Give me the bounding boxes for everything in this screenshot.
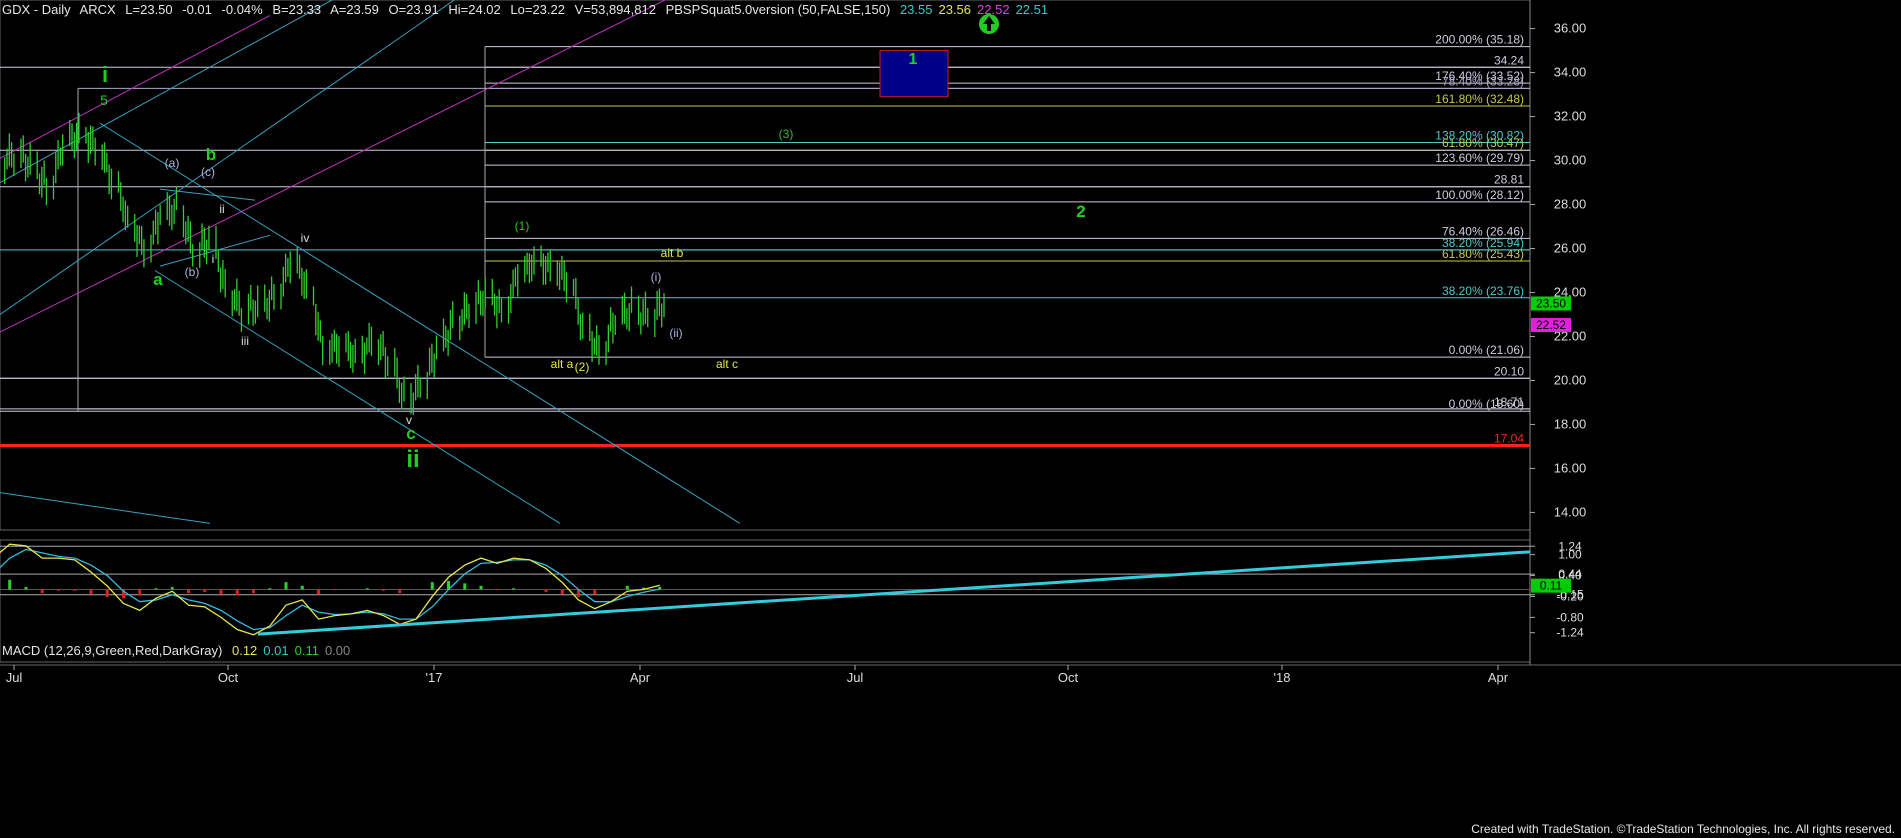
bid-price: B=23.33 xyxy=(272,2,322,17)
wave-label-15: (2) xyxy=(575,360,590,374)
wave-label-17: alt b xyxy=(661,246,684,260)
volume: V=53,894,812 xyxy=(574,2,656,17)
wave-label-21: (3) xyxy=(779,127,794,141)
price-chart[interactable]: 14.0016.0018.0020.0022.0024.0026.0028.00… xyxy=(0,0,1901,838)
wave-label-9: iii xyxy=(241,334,249,348)
indicator-value-3: 22.51 xyxy=(1015,2,1049,17)
macd-trendline xyxy=(257,550,1531,636)
triangle-bottom xyxy=(159,234,271,267)
indicator-value-0: 23.55 xyxy=(899,2,933,17)
y-tick-label-9: 32.00 xyxy=(1554,109,1587,124)
wave-label-13: ii xyxy=(406,446,419,473)
wave-label-19: (ii) xyxy=(669,326,682,340)
indicator-value-2: 22.52 xyxy=(977,2,1010,17)
x-tick-label-6: '18 xyxy=(1274,670,1291,685)
x-tick-label-7: Apr xyxy=(1488,670,1509,685)
copyright-footer: Created with TradeStation. ©TradeStation… xyxy=(1471,822,1895,836)
macd-value-0: 0.12 xyxy=(231,643,258,658)
wave-label-16: alt a xyxy=(551,357,574,371)
ask-price: A=23.59 xyxy=(330,2,379,17)
macd-value-3: 0.00 xyxy=(324,643,351,658)
x-tick-label-2: '17 xyxy=(426,670,443,685)
wave-label-10: iv xyxy=(301,231,310,245)
symbol-name: GDX - Daily xyxy=(2,2,71,17)
wave-label-20: alt c xyxy=(716,357,738,371)
wave-label-4: (c) xyxy=(201,165,215,179)
wave-label-6: i xyxy=(212,252,215,266)
wave-label-18: (i) xyxy=(651,270,662,284)
macd-y-label-6: -0.80 xyxy=(1556,610,1584,624)
fib-label-4: 161.80% (32.48) xyxy=(1435,92,1524,106)
x-tick-label-3: Apr xyxy=(630,670,651,685)
indicator-value-1: 23.56 xyxy=(938,2,972,17)
wave-label-14: (1) xyxy=(515,219,530,233)
x-tick-label-4: Jul xyxy=(847,670,864,685)
y-tick-label-8: 30.00 xyxy=(1554,153,1587,168)
macd-name: MACD (12,26,9,Green,Red,DarkGray) xyxy=(2,643,223,658)
channel-bottom-left xyxy=(0,492,211,524)
x-tick-label-5: Oct xyxy=(1058,670,1079,685)
price-change-pct: -0.04% xyxy=(221,2,263,17)
fib-label-0: 200.00% (35.18) xyxy=(1435,33,1524,47)
x-tick-label-0: Jul xyxy=(6,670,23,685)
indicator-name: PBSPSquat5.0version (50,FALSE,150) xyxy=(665,2,891,17)
indicator-values: 23.55 23.56 22.52 22.51 xyxy=(900,2,1054,17)
macd-value-2: 0.11 xyxy=(294,643,319,658)
y-tick-label-11: 36.00 xyxy=(1554,21,1587,36)
low-price: Lo=23.22 xyxy=(510,2,565,17)
y-tick-label-6: 26.00 xyxy=(1554,241,1587,256)
channel-upper-blue-2 xyxy=(0,0,456,315)
wave-label-3: b xyxy=(206,145,216,164)
y-tick-label-7: 28.00 xyxy=(1554,197,1587,212)
macd-last-tag: 0.11 xyxy=(1540,579,1563,593)
channel-magenta xyxy=(0,0,667,333)
fib-label-12: 61.80% (25.43) xyxy=(1442,247,1524,261)
wave-label-1: 5 xyxy=(100,92,108,108)
macd-values: 0.12 0.01 0.11 0.00 xyxy=(232,643,356,658)
channel-upper-blue xyxy=(0,0,334,183)
wave-label-12: c xyxy=(406,424,415,443)
fib-label-13: 38.20% (23.76) xyxy=(1442,284,1524,298)
price-tag-1: 22.52 xyxy=(1536,318,1566,332)
fib-label-3: 78.40% (33.28) xyxy=(1442,74,1524,88)
y-tick-label-1: 16.00 xyxy=(1554,460,1587,475)
wave-label-0: i xyxy=(102,62,108,87)
open-price: O=23.91 xyxy=(388,2,439,17)
macd-y-label-1: 1.00 xyxy=(1558,548,1582,562)
y-tick-label-3: 20.00 xyxy=(1554,372,1587,387)
wave-label-5: ii xyxy=(219,202,224,216)
price-change: -0.01 xyxy=(182,2,212,17)
macd-value-1: 0.01 xyxy=(263,643,289,658)
macd-header: MACD (12,26,9,Green,Red,DarkGray) 0.12 0.… xyxy=(2,643,362,658)
fib-label-7: 123.60% (29.79) xyxy=(1435,151,1524,165)
price-tag-0: 23.50 xyxy=(1536,296,1566,310)
wave-label-7: (b) xyxy=(185,265,200,279)
exchange-code: ARCX xyxy=(79,2,116,17)
fib-label-9: 100.00% (28.12) xyxy=(1435,188,1524,202)
fib-label-1: 34.24 xyxy=(1494,53,1524,67)
macd-y-label-7: -1.24 xyxy=(1556,626,1584,640)
high-price: Hi=24.02 xyxy=(448,2,501,17)
x-tick-label-1: Oct xyxy=(218,670,239,685)
channel-down-upper xyxy=(99,122,741,524)
fib-label-15: 20.10 xyxy=(1494,364,1524,378)
fib-label-8: 28.81 xyxy=(1494,173,1524,187)
fib-label-6: 61.80% (30.47) xyxy=(1442,136,1524,150)
fib-label-14: 0.00% (21.06) xyxy=(1449,343,1524,357)
fib-label-18: 17.04 xyxy=(1494,432,1524,446)
last-price: L=23.50 xyxy=(125,2,173,17)
wave-label-2: (a) xyxy=(165,156,180,170)
wave-label-22: 1 xyxy=(909,51,918,68)
wave-label-23: 2 xyxy=(1076,202,1085,221)
channel-magenta-2 xyxy=(0,14,271,159)
y-tick-label-10: 34.00 xyxy=(1554,65,1587,80)
y-tick-label-0: 14.00 xyxy=(1554,504,1587,519)
y-tick-label-2: 18.00 xyxy=(1554,416,1587,431)
symbol-header: GDX - Daily ARCX L=23.50 -0.01 -0.04% B=… xyxy=(2,2,1060,17)
price-pane-frame xyxy=(0,0,1531,531)
wave-label-8: a xyxy=(153,270,163,289)
